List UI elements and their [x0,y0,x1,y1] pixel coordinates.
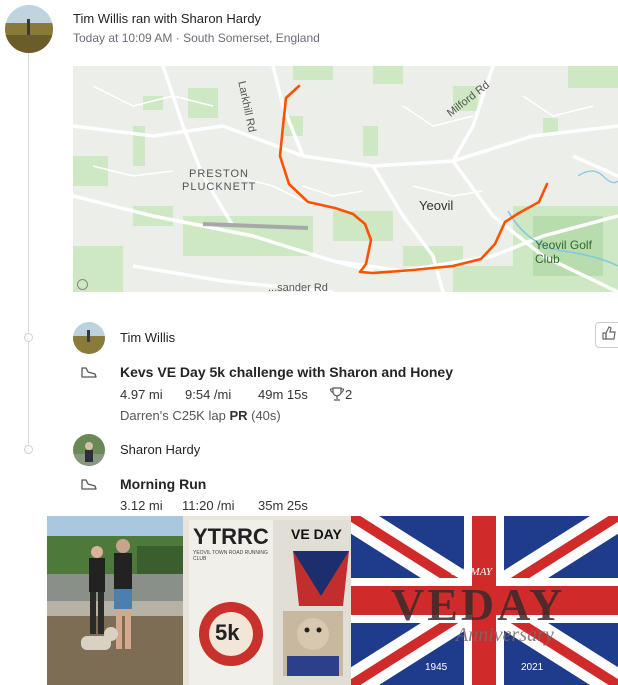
kudos-button[interactable] [595,322,618,348]
thumbs-up-icon [602,326,616,340]
poster-subtitle: YEOVIL TOWN ROAD RUNNING CLUB [193,550,268,562]
map-label-yeovil: Yeovil [419,198,454,213]
photo-ve-day-flag[interactable]: 8 th MAY VEDAY Anniversary 1945 2021 [351,516,618,685]
poster-brand: YTRRC [193,524,269,549]
stat-pace: 11:20 /mi [182,498,235,513]
stat-distance: 4.97 mi [120,387,163,402]
lap-time: (40s) [251,408,281,423]
stat-time: 49m 15s [258,387,308,402]
feed-title[interactable]: Tim Willis ran with Sharon Hardy [73,11,261,26]
activity-title[interactable]: Kevs VE Day 5k challenge with Sharon and… [120,364,453,380]
flag-year-end: 2021 [521,662,544,673]
map-label-lysander: ...sander Rd [268,282,328,292]
flag-date: 8 th MAY [451,566,492,578]
map-label-plucknett: PLUCKNETT [182,181,257,193]
poster-ve-day: VE DAY [291,526,342,542]
athlete-avatar[interactable] [73,322,105,354]
stat-time: 35m 25s [258,498,308,513]
trophy-count: 2 [345,387,353,402]
lap-name: Darren's C25K lap [120,408,226,423]
group-avatar[interactable] [5,5,53,53]
stat-distance: 3.12 mi [120,498,163,513]
poster-5k: 5k [215,620,240,645]
timeline-dot [24,445,33,454]
lap-achievement[interactable]: Darren's C25K lap PR (40s) [120,408,281,423]
athlete-avatar[interactable] [73,434,105,466]
photo-ve-day-poster[interactable]: YTRRC YEOVIL TOWN ROAD RUNNING CLUB VE D… [183,516,351,685]
timeline-line [28,52,29,452]
stat-pace: 9:54 /mi [185,387,232,402]
feed-meta: Today at 10:09 AM · South Somerset, Engl… [73,31,320,45]
timeline-dot [24,333,33,342]
photo-runners[interactable] [47,516,183,685]
flag-year-start: 1945 [425,662,448,673]
map-label-golf-club: Yeovil Golf Club [535,238,592,266]
route-map[interactable]: Larkhill Rd Milford Rd PRESTON PLUCKNETT… [73,66,618,292]
activity-title[interactable]: Morning Run [120,476,206,492]
map-label-preston: PRESTON [189,168,249,180]
trophy-icon [329,386,345,407]
copyright-icon [77,279,88,290]
athlete-name[interactable]: Tim Willis [120,330,175,345]
run-shoe-icon [80,365,98,384]
pr-badge: PR [229,408,248,423]
run-shoe-icon [80,477,98,496]
athlete-name[interactable]: Sharon Hardy [120,442,200,457]
flag-anniversary: Anniversary [456,624,554,646]
